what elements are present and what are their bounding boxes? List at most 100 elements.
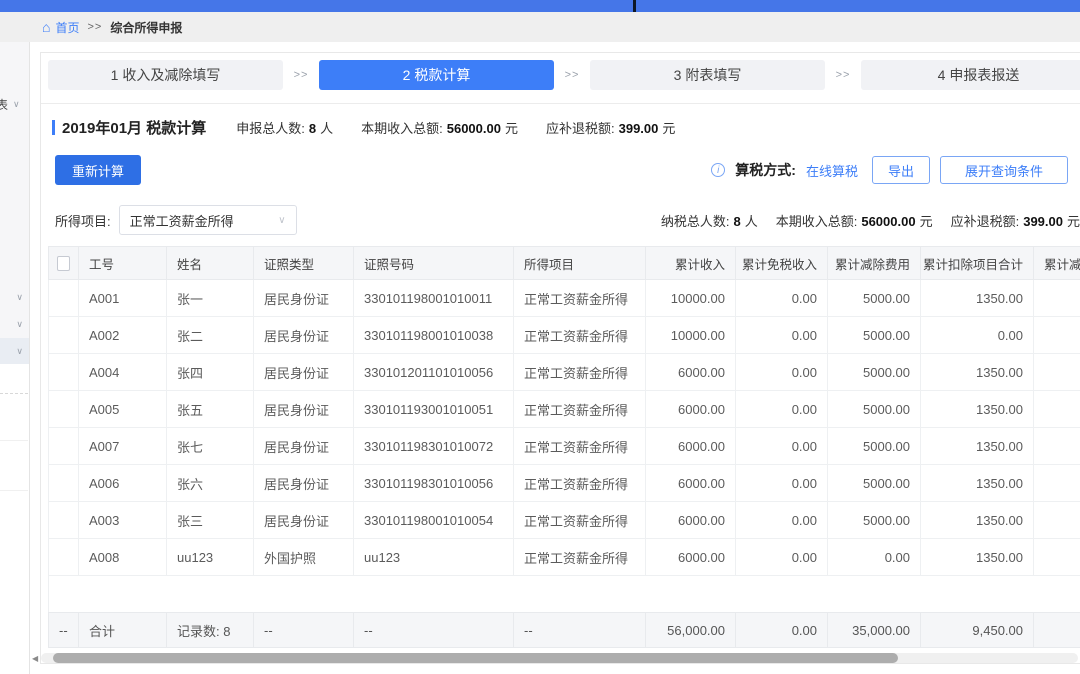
period-header: 2019年01月 税款计算 申报总人数:8人本期收入总额:56000.00元应补…	[52, 114, 1080, 140]
table-cell: A005	[79, 391, 167, 428]
summary-cell: --	[49, 613, 79, 647]
table-cell: 1350.00	[921, 391, 1034, 428]
scroll-left-arrow-icon[interactable]: ◀	[32, 654, 38, 663]
select-all-cell	[49, 247, 79, 280]
sidebar-item-label: 表	[0, 96, 8, 113]
table-cell: 5000.00	[828, 317, 921, 354]
summary-cell: --	[354, 613, 514, 647]
title-accent-bar	[52, 120, 55, 135]
table-row[interactable]: A003张三居民身份证330101198001010054正常工资薪金所得600…	[48, 502, 1080, 539]
chevron-down-icon[interactable]: ∨	[0, 319, 29, 330]
income-item-select[interactable]: 正常工资薪金所得 ∨	[119, 205, 297, 235]
row-checkbox-cell	[49, 280, 79, 317]
table-cell: 居民身份证	[254, 502, 354, 539]
scrollbar-track[interactable]	[41, 653, 1078, 663]
tax-table-inner: 工号姓名证照类型证照号码所得项目累计收入累计免税收入累计减除费用累计扣除项目合计…	[48, 246, 1080, 648]
step-3[interactable]: 3 附表填写	[590, 60, 825, 90]
filter-stat-label: 应补退税额:	[951, 214, 1020, 229]
table-row[interactable]: A004张四居民身份证330101201101010056正常工资薪金所得600…	[48, 354, 1080, 391]
table-cell: 张二	[167, 317, 254, 354]
table-cell: 1350.00	[921, 465, 1034, 502]
table-cell: 330101198301010072	[354, 428, 514, 465]
step-1[interactable]: 1 收入及减除填写	[48, 60, 283, 90]
filter-stats: 纳税总人数:8人本期收入总额:56000.00元应补退税额:399.00元	[643, 211, 1080, 230]
tax-mode-label: 算税方式:	[735, 160, 796, 180]
table-cell: 0.00	[736, 502, 828, 539]
table-row[interactable]: A005张五居民身份证330101193001010051正常工资薪金所得600…	[48, 391, 1080, 428]
table-cell: 居民身份证	[254, 354, 354, 391]
table-cell: 6000.00	[646, 465, 736, 502]
filter-stat-unit: 人	[745, 214, 758, 229]
table-cell: 6000.00	[646, 391, 736, 428]
row-checkbox-cell	[49, 317, 79, 354]
summary-cell: 合计	[79, 613, 167, 647]
scrollbar-thumb[interactable]	[53, 653, 898, 663]
toolbar: 重新计算 i 算税方式: 在线算税 导出 展开查询条件	[48, 155, 1080, 185]
row-checkbox-cell	[49, 465, 79, 502]
table-cell: 5000.00	[828, 391, 921, 428]
table-cell: 0.00	[921, 317, 1034, 354]
breadcrumb-home-link[interactable]: 首页	[55, 19, 79, 36]
table-row[interactable]: A007张七居民身份证330101198301010072正常工资薪金所得600…	[48, 428, 1080, 465]
table-row[interactable]: A002张二居民身份证330101198001010038正常工资薪金所得100…	[48, 317, 1080, 354]
table-cell: 10000.00	[646, 280, 736, 317]
table-row[interactable]: A008uu123外国护照uu123正常工资薪金所得6000.000.000.0…	[48, 539, 1080, 576]
chevron-down-icon[interactable]: ∨	[0, 346, 29, 357]
summary-cell: 记录数: 8	[167, 613, 254, 647]
top-app-bar	[0, 0, 1080, 12]
table-cell: 330101198001010054	[354, 502, 514, 539]
row-checkbox-cell	[49, 391, 79, 428]
table-cell: A002	[79, 317, 167, 354]
table-cell: 居民身份证	[254, 428, 354, 465]
table-cell: 正常工资薪金所得	[514, 280, 646, 317]
table-cell	[1034, 317, 1080, 354]
table-cell	[1034, 465, 1080, 502]
table-cell: 330101201101010056	[354, 354, 514, 391]
filter-stat-value: 8	[733, 214, 740, 229]
chevron-down-icon: ∨	[278, 215, 285, 226]
table-cell: 5000.00	[828, 428, 921, 465]
table-cell: 正常工资薪金所得	[514, 465, 646, 502]
table-cell: 6000.00	[646, 539, 736, 576]
tax-mode-value-link[interactable]: 在线算税	[806, 161, 858, 180]
step-wizard: 1 收入及减除填写>>2 税款计算>>3 附表填写>>4 申报表报送	[48, 60, 1080, 90]
table-cell: 正常工资薪金所得	[514, 354, 646, 391]
table-row[interactable]: A006张六居民身份证330101198301010056正常工资薪金所得600…	[48, 465, 1080, 502]
table-cell: 居民身份证	[254, 465, 354, 502]
summary-cell: 56,000.00	[646, 613, 736, 647]
table-cell: 330101198001010038	[354, 317, 514, 354]
filter-row: 所得项目: 正常工资薪金所得 ∨ 纳税总人数:8人本期收入总额:56000.00…	[55, 205, 1080, 235]
table-body: A001张一居民身份证330101198001010011正常工资薪金所得100…	[48, 280, 1080, 576]
table-cell: 0.00	[736, 428, 828, 465]
table-cell: 外国护照	[254, 539, 354, 576]
header-cell: 累计减除费用	[828, 247, 921, 280]
table-cell: 10000.00	[646, 317, 736, 354]
table-cell: 1350.00	[921, 280, 1034, 317]
recalculate-button[interactable]: 重新计算	[55, 155, 141, 185]
sidebar-top-section	[0, 42, 29, 362]
summary-cell: 0.00	[736, 613, 828, 647]
table-cell: uu123	[167, 539, 254, 576]
table-cell	[1034, 428, 1080, 465]
select-all-checkbox[interactable]	[57, 256, 70, 271]
export-button[interactable]: 导出	[872, 156, 930, 184]
table-cell: 1350.00	[921, 354, 1034, 391]
chevron-down-icon[interactable]: ∨	[0, 292, 29, 303]
table-cell: 6000.00	[646, 354, 736, 391]
period-stat: 应补退税额:399.00元	[546, 118, 675, 137]
step-2[interactable]: 2 税款计算	[319, 60, 554, 90]
summary-cell: 9,450.00	[921, 613, 1034, 647]
table-cell: 张一	[167, 280, 254, 317]
table-cell	[1034, 354, 1080, 391]
table-cell: 0.00	[736, 354, 828, 391]
table-row[interactable]: A001张一居民身份证330101198001010011正常工资薪金所得100…	[48, 280, 1080, 317]
expand-query-button[interactable]: 展开查询条件	[940, 156, 1068, 184]
toolbar-right-group: i 算税方式: 在线算税 导出 展开查询条件	[711, 155, 1068, 185]
sidebar-item-clipped[interactable]: 表 ∨	[0, 96, 29, 113]
row-checkbox-cell	[49, 428, 79, 465]
step-4[interactable]: 4 申报表报送	[861, 60, 1080, 90]
step-separator: >>	[825, 69, 861, 81]
table-cell: 正常工资薪金所得	[514, 539, 646, 576]
table-cell: A008	[79, 539, 167, 576]
horizontal-scrollbar: ◀	[32, 652, 1078, 664]
